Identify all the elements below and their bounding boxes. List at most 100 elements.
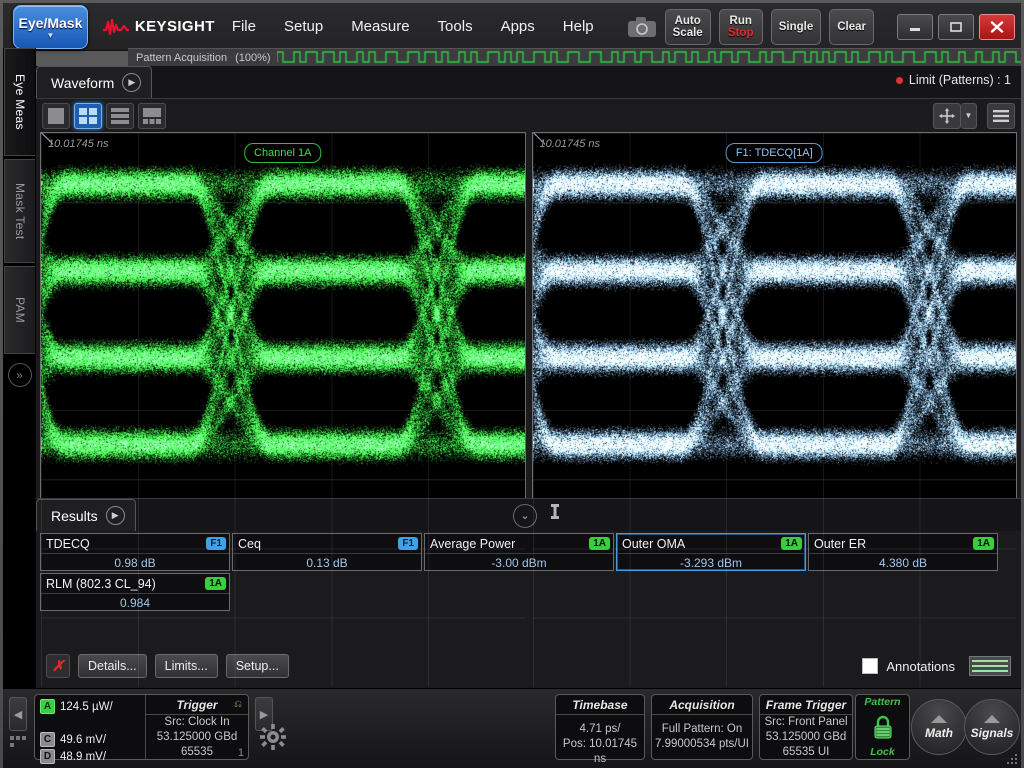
gear-icon[interactable] xyxy=(253,717,293,757)
clear-button[interactable]: Clear xyxy=(829,9,874,45)
channel-value: 48.9 mV/ xyxy=(60,751,106,763)
triangle-up-icon xyxy=(984,715,1000,723)
acquisition-line-1: Full Pattern: On xyxy=(652,715,752,737)
eye-mask-mode-button[interactable]: Eye/Mask ▼ xyxy=(13,5,88,49)
menu-tools[interactable]: Tools xyxy=(427,14,484,39)
menu-file[interactable]: File xyxy=(221,14,267,39)
channel-badge: C xyxy=(40,732,55,747)
layout-stacked-pane-button[interactable] xyxy=(106,103,134,129)
eye-diagram-f1-tdecq xyxy=(533,133,1017,495)
menu-setup[interactable]: Setup xyxy=(273,14,334,39)
move-cursor-icon[interactable] xyxy=(933,103,961,129)
run-stop-button[interactable]: Run Stop xyxy=(719,9,763,45)
auto-scale-label-2: Scale xyxy=(673,27,703,39)
eye-diagram-channel-1a xyxy=(41,133,525,495)
resize-grip[interactable] xyxy=(1005,752,1019,766)
auto-scale-label-1: Auto xyxy=(675,15,701,27)
hamburger-menu-icon[interactable] xyxy=(987,103,1015,129)
pattern-acquisition-waveform xyxy=(277,50,1021,66)
signals-button-label: Signals xyxy=(971,726,1014,740)
frame-trigger-line-2: 53.125000 GBd xyxy=(760,730,852,745)
graticule-channel-1a[interactable]: 10.01745 ns Channel 1A xyxy=(40,132,526,688)
close-button[interactable] xyxy=(979,14,1015,40)
title-bar: Eye/Mask ▼ KEYSIGHT File Setup Measure T… xyxy=(3,3,1021,51)
channel-value: 49.6 mV/ xyxy=(60,734,106,746)
minimize-icon xyxy=(908,22,922,32)
sidebar-item-label: Mask Test xyxy=(13,177,27,246)
signals-button[interactable]: Signals xyxy=(964,699,1020,755)
maximize-button[interactable] xyxy=(938,14,974,40)
pattern-acquisition-percent: (100%) xyxy=(227,52,270,64)
trigger-corner-number: 1 xyxy=(238,747,244,759)
tab-waveform-label: Waveform xyxy=(51,75,114,91)
channel-trigger-box: A 124.5 µW/ C 49.6 mV/ D 48.9 mV/ Trigge… xyxy=(34,694,249,760)
brand-name: KEYSIGHT xyxy=(135,18,215,35)
layout-quad-pane-button[interactable] xyxy=(74,103,102,129)
triangle-up-icon xyxy=(931,715,947,723)
frame-trigger-box[interactable]: Frame Trigger Src: Front Panel 53.125000… xyxy=(759,694,853,760)
trigger-title: Trigger xyxy=(146,695,248,715)
limit-status: Limit (Patterns) : 1 xyxy=(896,73,1011,87)
graticule-time-label: 10.01745 ns xyxy=(48,138,109,150)
single-button[interactable]: Single xyxy=(771,9,822,45)
graticule-source-label[interactable]: F1: TDECQ[1A] xyxy=(726,143,823,163)
chevron-down-icon[interactable]: ▼ xyxy=(961,103,977,129)
stop-label: Stop xyxy=(728,27,754,39)
graticule-f1-tdecq[interactable]: 10.01745 ns F1: TDECQ[1A] xyxy=(532,132,1018,688)
menu-measure[interactable]: Measure xyxy=(340,14,420,39)
sidebar-expand-button[interactable]: » xyxy=(4,358,35,392)
trigger-box[interactable]: Trigger Src: Clock In 53.125000 GBd 6553… xyxy=(145,695,248,759)
frame-trigger-title: Frame Trigger xyxy=(760,695,852,715)
tab-waveform[interactable]: Waveform ▶ xyxy=(36,66,152,98)
pattern-lock-indicator[interactable]: Pattern Lock xyxy=(855,694,910,760)
eye-mask-label: Eye/Mask xyxy=(19,15,83,31)
frame-trigger-line-1: Src: Front Panel xyxy=(760,715,852,730)
run-label: Run xyxy=(730,15,752,27)
layout-single-pane-button[interactable] xyxy=(42,103,70,129)
channel-value: 124.5 µW/ xyxy=(60,701,113,713)
channel-badge: D xyxy=(40,749,55,764)
trigger-line-2: 53.125000 GBd xyxy=(146,730,248,745)
camera-icon[interactable] xyxy=(627,13,657,41)
channel-badge: A xyxy=(40,699,55,714)
menu-help[interactable]: Help xyxy=(552,14,605,39)
limit-status-label: Limit (Patterns) : 1 xyxy=(909,73,1011,87)
trigger-line-1: Src: Clock In xyxy=(146,715,248,730)
menu-apps[interactable]: Apps xyxy=(490,14,546,39)
grid-icon[interactable] xyxy=(9,735,27,749)
sidebar-item-mask-test[interactable]: Mask Test xyxy=(4,159,35,263)
layout-mixed-pane-button[interactable] xyxy=(138,103,166,129)
stacked-pane-icon xyxy=(111,108,129,124)
timebase-line-1: 4.71 ps/ xyxy=(556,715,644,737)
acquisition-line-2: 7.99000534 pts/UI xyxy=(652,737,752,752)
limit-status-dot xyxy=(896,77,903,84)
channel-row-d[interactable]: D 48.9 mV/ xyxy=(40,749,145,764)
sidebar-item-eye-meas[interactable]: Eye Meas xyxy=(4,48,35,156)
sidebar-item-label: Eye Meas xyxy=(13,68,27,136)
graticule-time-label: 10.01745 ns xyxy=(540,138,601,150)
minimize-button[interactable] xyxy=(897,14,933,40)
sidebar-item-label: PAM xyxy=(13,291,27,329)
channel-list: A 124.5 µW/ C 49.6 mV/ D 48.9 mV/ xyxy=(35,695,145,759)
play-icon[interactable]: ▶ xyxy=(122,73,141,92)
pattern-lock-bottom-label: Lock xyxy=(870,746,895,758)
timebase-title: Timebase xyxy=(556,695,644,715)
keysight-logo: KEYSIGHT xyxy=(102,17,215,37)
math-button[interactable]: Math xyxy=(911,699,967,755)
quad-pane-icon xyxy=(79,108,97,124)
channel-row-c[interactable]: C 49.6 mV/ xyxy=(40,732,145,747)
channel-row-a[interactable]: A 124.5 µW/ xyxy=(40,699,145,714)
acquisition-box[interactable]: Acquisition Full Pattern: On 7.99000534 … xyxy=(651,694,753,760)
close-icon xyxy=(990,21,1004,33)
maximize-icon xyxy=(949,21,963,33)
pattern-acquisition-label: Pattern Acquisition xyxy=(128,52,227,64)
application-window: Eye/Mask ▼ KEYSIGHT File Setup Measure T… xyxy=(0,0,1024,768)
waveform-tab-row: Waveform ▶ Limit (Patterns) : 1 xyxy=(36,66,1021,98)
sidebar-item-pam[interactable]: PAM xyxy=(4,266,35,354)
graticule-source-label[interactable]: Channel 1A xyxy=(244,143,322,163)
frame-trigger-line-3: 65535 UI xyxy=(760,745,852,760)
timebase-box[interactable]: Timebase 4.71 ps/ Pos: 10.01745 ns xyxy=(555,694,645,760)
auto-scale-button[interactable]: Auto Scale xyxy=(665,9,711,45)
status-prev-button[interactable]: ◀ xyxy=(9,697,27,731)
trigger-line-3: 65535 xyxy=(146,745,248,760)
